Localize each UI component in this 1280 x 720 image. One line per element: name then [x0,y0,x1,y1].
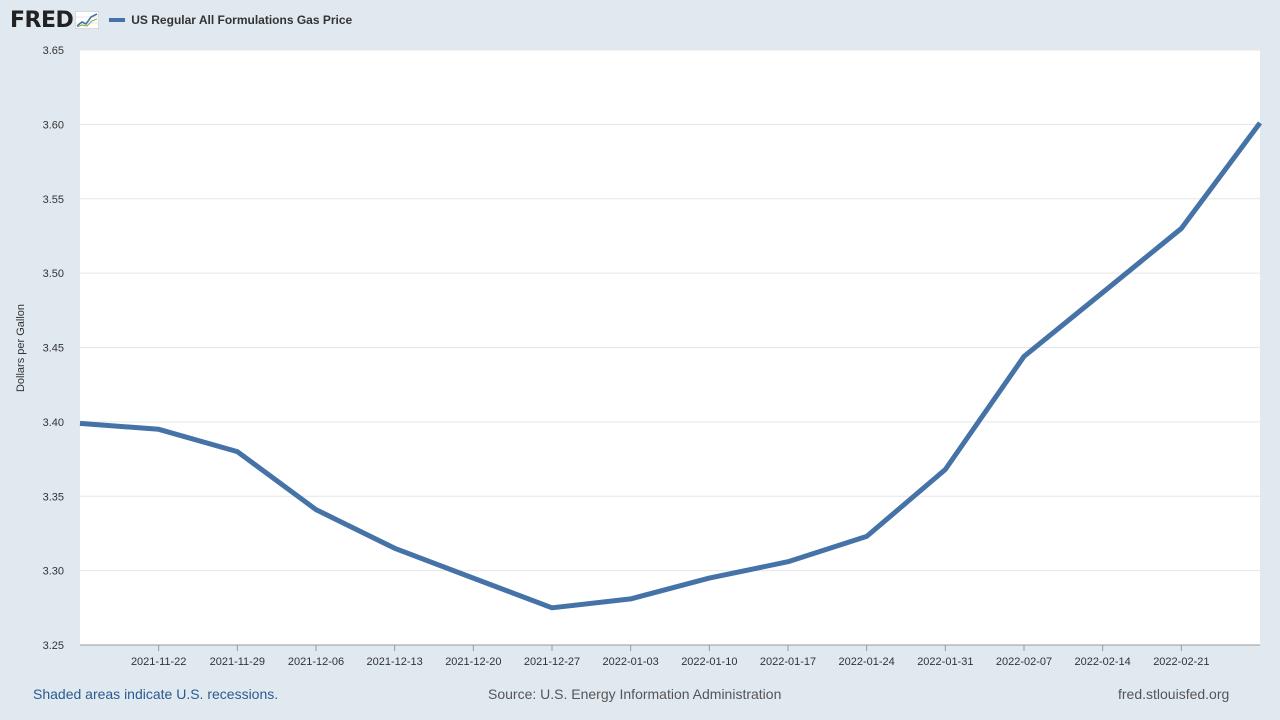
x-tick-label: 2022-01-17 [760,656,816,668]
y-tick-label: 3.65 [43,45,64,57]
y-tick-label: 3.60 [43,119,64,131]
x-tick-label: 2022-02-07 [996,656,1052,668]
x-tick-label: 2022-02-14 [1075,656,1131,668]
x-tick-label: 2021-12-27 [524,656,580,668]
y-tick-label: 3.35 [43,491,64,503]
y-tick-label: 3.25 [43,640,64,652]
x-tick-label: 2022-01-03 [603,656,659,668]
line-chart[interactable]: 3.25 3.30 3.35 3.40 3.45 3.50 3.55 3.60 3.65 202… [0,0,1280,720]
y-axis-ticks: 3.25 3.30 3.35 3.40 3.45 3.50 3.55 3.60 3.65 [43,45,64,652]
site-link[interactable]: fred.stlouisfed.org [1118,686,1229,702]
x-axis-ticks: 2021-11-22 2021-11-29 2021-12-06 2021-12-13… [80,644,1260,668]
y-tick-label: 3.45 [43,343,64,355]
x-tick-label: 2021-11-22 [131,656,186,668]
x-tick-label: 2021-12-20 [445,656,501,668]
x-tick-label: 2022-01-10 [681,656,737,668]
source-note: Source: U.S. Energy Information Administ… [488,686,782,702]
x-tick-label: 2021-12-13 [367,656,423,668]
recessions-note[interactable]: Shaded areas indicate U.S. recessions. [33,686,278,702]
y-tick-label: 3.40 [43,417,64,429]
y-axis-label: Dollars per Gallon [15,304,27,392]
y-tick-label: 3.55 [43,194,64,206]
y-tick-label: 3.50 [43,268,64,280]
x-tick-label: 2022-02-21 [1153,656,1209,668]
y-tick-label: 3.30 [43,566,64,578]
x-tick-label: 2021-12-06 [288,656,344,668]
x-tick-label: 2021-11-29 [210,656,265,668]
x-tick-label: 2022-01-24 [839,656,895,668]
x-tick-label: 2022-01-31 [917,656,973,668]
